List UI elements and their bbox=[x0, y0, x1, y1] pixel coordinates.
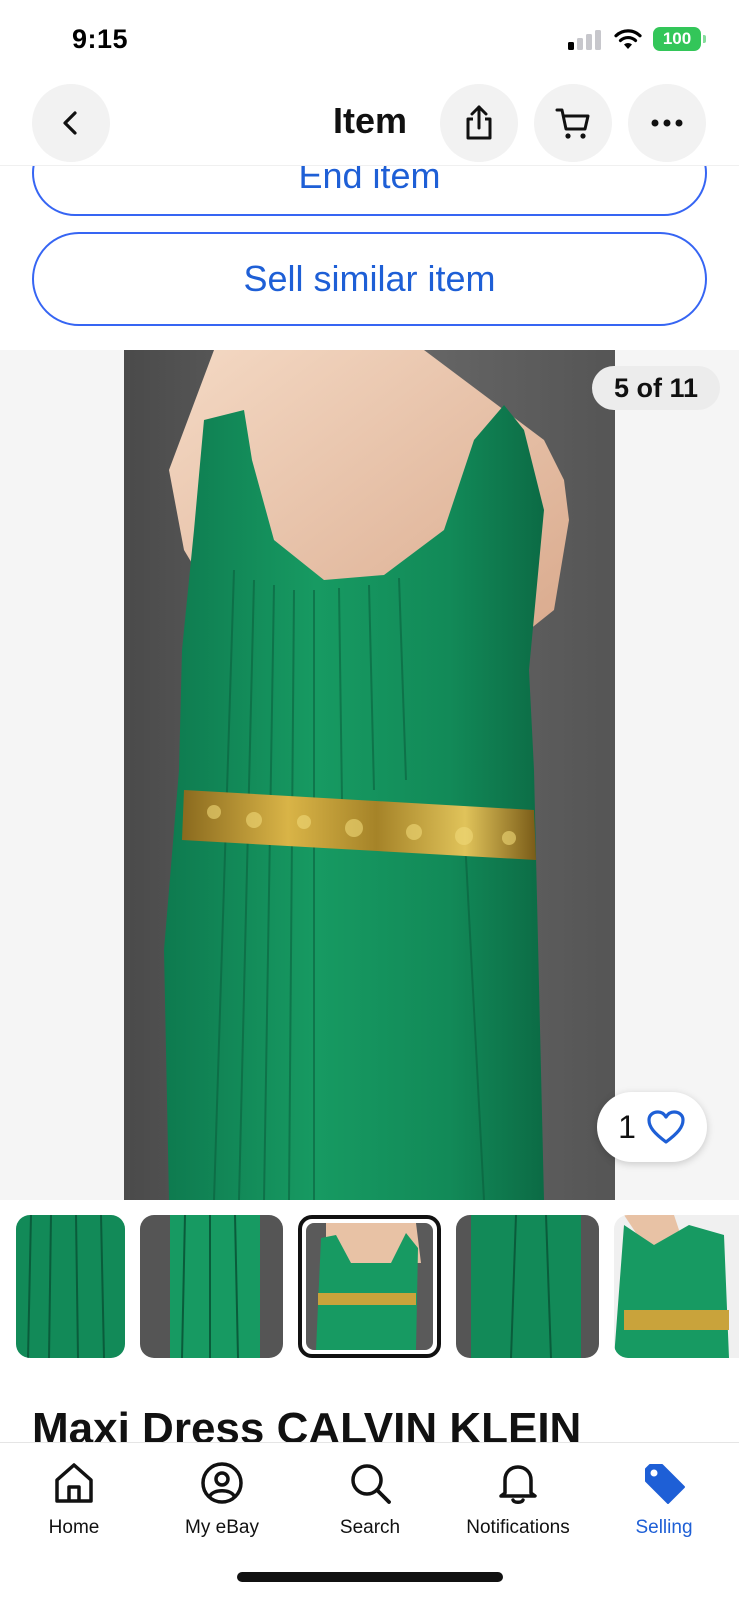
tag-icon bbox=[645, 1464, 685, 1504]
share-icon bbox=[466, 105, 492, 140]
wifi-icon bbox=[614, 29, 642, 49]
sell-similar-button[interactable]: Sell similar item bbox=[32, 232, 707, 326]
image-counter: 5 of 11 bbox=[592, 366, 721, 410]
signal-icon bbox=[568, 30, 604, 50]
image-gallery[interactable]: 5 of 11 1 bbox=[0, 350, 739, 1200]
cart-icon bbox=[555, 108, 590, 139]
page-title: Item bbox=[332, 100, 408, 141]
nav-label: Selling bbox=[635, 1517, 693, 1538]
thumbnail[interactable] bbox=[140, 1215, 283, 1358]
share-button[interactable] bbox=[440, 84, 518, 162]
watch-button[interactable]: 1 bbox=[597, 1092, 707, 1162]
search-icon bbox=[351, 1464, 391, 1504]
thumbnail[interactable] bbox=[456, 1215, 599, 1358]
more-button[interactable] bbox=[628, 84, 706, 162]
chevron-left-icon bbox=[63, 111, 77, 135]
home-icon bbox=[55, 1463, 93, 1503]
heart-icon bbox=[647, 1110, 685, 1144]
nav-label: My eBay bbox=[185, 1517, 259, 1538]
back-button[interactable] bbox=[32, 84, 110, 162]
bell-icon bbox=[499, 1465, 537, 1504]
nav-label: Notifications bbox=[466, 1517, 570, 1538]
thumbnail[interactable] bbox=[614, 1215, 739, 1358]
nav-my-ebay[interactable]: My eBay bbox=[152, 1459, 292, 1539]
thumbnail-strip bbox=[0, 1215, 739, 1360]
user-icon bbox=[201, 1462, 243, 1504]
status-bar: 9:15 100 bbox=[0, 0, 739, 80]
nav-label: Home bbox=[48, 1517, 100, 1538]
nav-notifications[interactable]: Notifications bbox=[448, 1459, 588, 1539]
cart-button[interactable] bbox=[534, 84, 612, 162]
thumbnail-selected[interactable] bbox=[298, 1215, 441, 1358]
status-time: 9:15 bbox=[72, 24, 129, 54]
nav-home[interactable]: Home bbox=[4, 1459, 144, 1539]
watch-count: 1 bbox=[618, 1108, 636, 1145]
header: Item bbox=[0, 80, 739, 166]
home-indicator bbox=[237, 1572, 503, 1582]
thumbnail[interactable] bbox=[16, 1215, 125, 1358]
more-icon bbox=[651, 119, 683, 127]
product-photo[interactable] bbox=[124, 350, 615, 1200]
battery-icon: 100 bbox=[653, 27, 706, 51]
nav-search[interactable]: Search bbox=[300, 1459, 440, 1539]
nav-label: Search bbox=[339, 1517, 401, 1538]
sell-similar-label: Sell similar item bbox=[243, 258, 496, 299]
nav-selling[interactable]: Selling bbox=[594, 1459, 734, 1539]
